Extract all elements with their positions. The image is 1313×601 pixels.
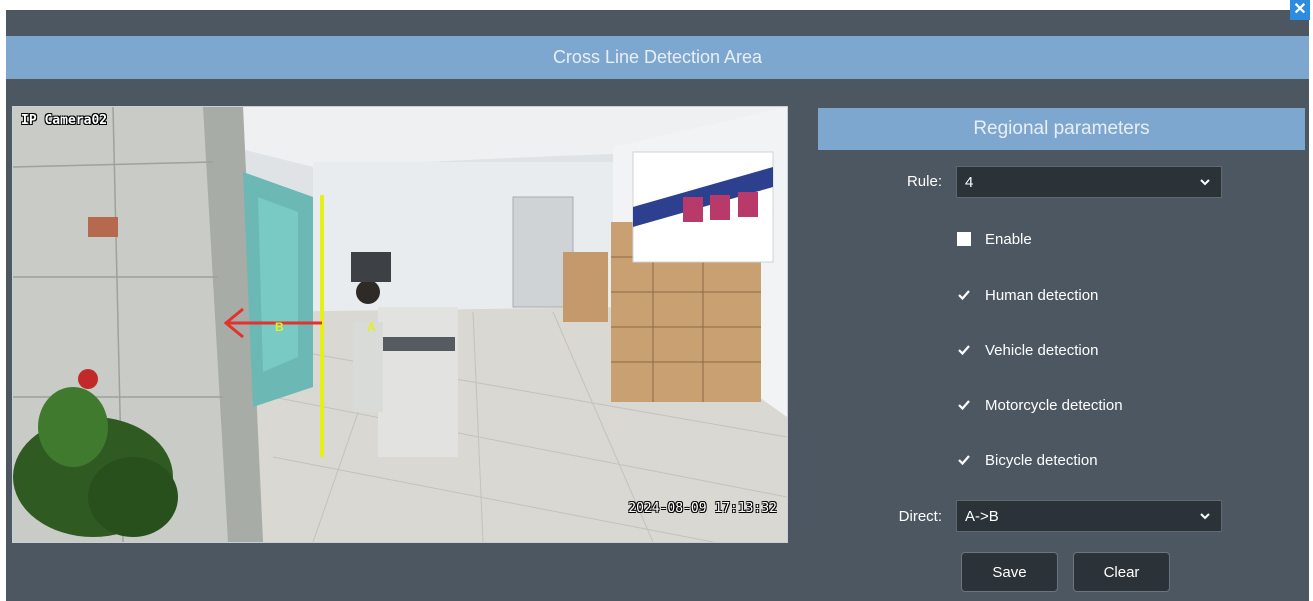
line-label-a: A <box>367 320 376 334</box>
dialog-title: Cross Line Detection Area <box>6 36 1309 79</box>
checkmark-icon[interactable] <box>957 343 971 357</box>
direct-value: A->B <box>965 507 999 525</box>
camera-scene <box>13 107 787 542</box>
checkbox-label: Bicycle detection <box>985 451 1098 469</box>
rule-label: Rule: <box>906 173 942 190</box>
camera-timestamp: 2024-08-09 17:13:32 <box>628 501 777 516</box>
camera-preview[interactable]: IP Camera02 2024-08-09 17:13:32 A B <box>12 106 788 543</box>
clear-button[interactable]: Clear <box>1073 552 1170 592</box>
rule-value: 4 <box>965 173 974 191</box>
checkmark-icon[interactable] <box>957 288 971 302</box>
close-icon[interactable]: ✕ <box>1290 0 1310 20</box>
checkmark-icon[interactable] <box>957 398 971 412</box>
vehicle-detection-checkbox[interactable]: Vehicle detection <box>957 340 1098 360</box>
motorcycle-detection-checkbox[interactable]: Motorcycle detection <box>957 395 1123 415</box>
rule-select[interactable]: 4 <box>956 166 1222 198</box>
checkbox-box[interactable] <box>957 232 971 246</box>
checkbox-label: Vehicle detection <box>985 341 1099 359</box>
direct-select[interactable]: A->B <box>956 500 1222 532</box>
regional-parameters-header: Regional parameters <box>818 108 1305 150</box>
checkbox-label: Enable <box>985 230 1032 248</box>
line-label-b: B <box>275 320 284 334</box>
bicycle-detection-checkbox[interactable]: Bicycle detection <box>957 450 1098 470</box>
chevron-down-icon <box>1200 179 1210 186</box>
direct-label: Direct: <box>898 508 942 525</box>
checkmark-icon[interactable] <box>957 453 971 467</box>
checkbox-label: Human detection <box>985 286 1099 304</box>
chevron-down-icon <box>1200 513 1210 520</box>
camera-name: IP Camera02 <box>21 113 108 128</box>
save-button[interactable]: Save <box>961 552 1058 592</box>
human-detection-checkbox[interactable]: Human detection <box>957 285 1098 305</box>
checkbox-label: Motorcycle detection <box>985 396 1123 414</box>
enable-checkbox[interactable]: Enable <box>957 229 1032 249</box>
